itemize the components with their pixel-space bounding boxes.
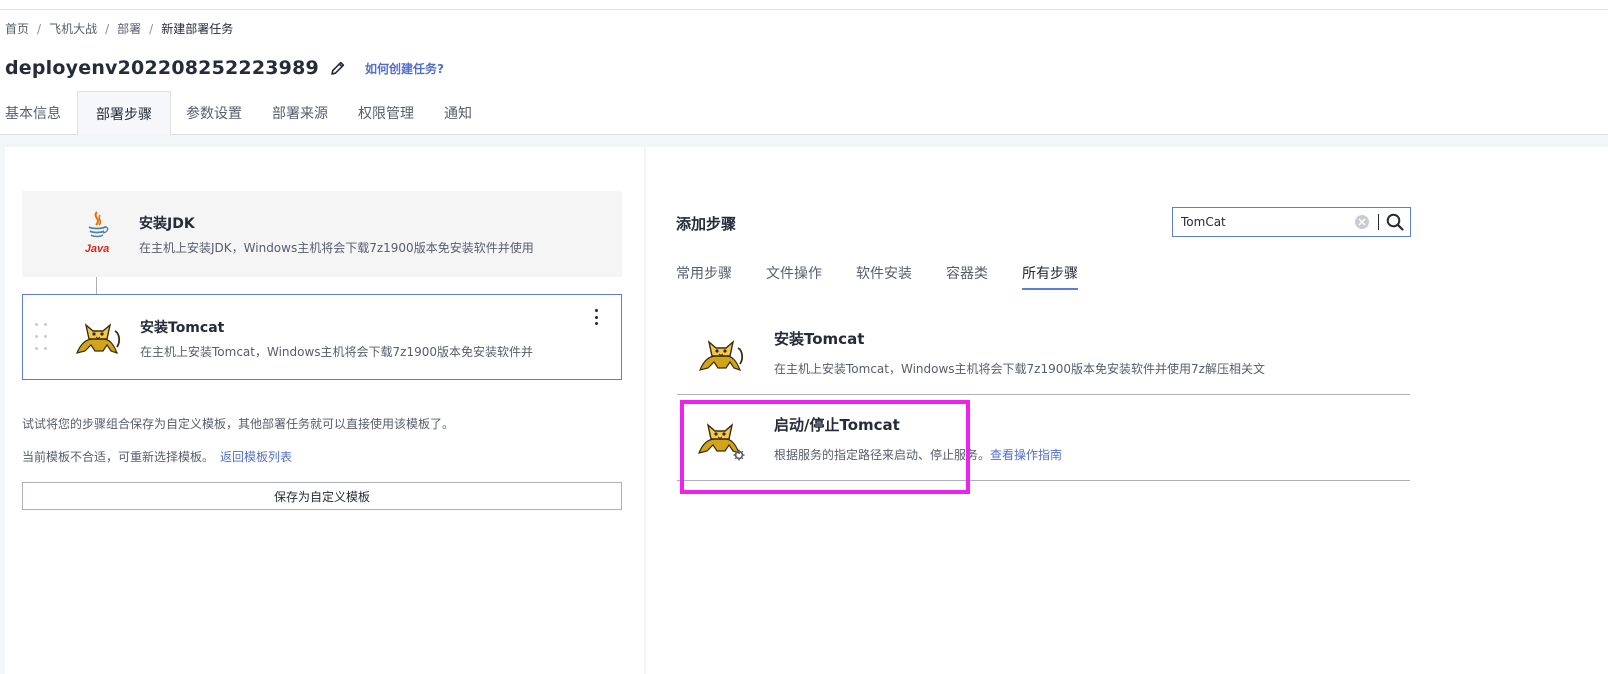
help-link[interactable]: 如何创建任务? — [365, 60, 444, 77]
tab-label: 参数设置 — [186, 105, 242, 122]
breadcrumb-home[interactable]: 首页 — [5, 20, 29, 37]
add-step-title: 添加步骤 — [676, 215, 737, 233]
result-title: 安装Tomcat — [774, 330, 865, 348]
result-description-text: 根据服务的指定路径来启动、停止服务。 — [774, 448, 991, 462]
tab-label: 通知 — [444, 105, 472, 122]
step-description: 在主机上安装JDK，Windows主机将会下载7z1900版本免安装软件并使用 — [139, 241, 534, 255]
step-card-install-jdk[interactable]: Java 安装JDK 在主机上安装JDK，Windows主机将会下载7z1900… — [22, 191, 622, 277]
breadcrumb-project[interactable]: 飞机大战 — [49, 20, 97, 37]
breadcrumb: 首页 / 飞机大战 / 部署 / 新建部署任务 — [5, 20, 233, 37]
step-category-tabs: 常用步骤 文件操作 软件安装 容器类 所有步骤 — [676, 263, 1112, 290]
tab-deploy-steps[interactable]: 部署步骤 — [77, 91, 171, 135]
tab-label: 基本信息 — [5, 105, 61, 122]
tab-label: 部署步骤 — [96, 106, 152, 123]
tab-parameters[interactable]: 参数设置 — [171, 91, 257, 134]
step-title: 安装JDK — [139, 216, 195, 232]
step-card-install-tomcat[interactable]: 安装Tomcat 在主机上安装Tomcat，Windows主机将会下载7z190… — [22, 294, 622, 380]
breadcrumb-current: 新建部署任务 — [161, 22, 234, 36]
result-description: 根据服务的指定路径来启动、停止服务。查看操作指南 — [774, 446, 1062, 463]
tab-notifications[interactable]: 通知 — [429, 91, 487, 134]
tomcat-icon — [695, 331, 747, 377]
search-icon[interactable] — [1385, 212, 1405, 232]
step-title: 安装Tomcat — [140, 320, 225, 336]
step-search-box — [1172, 207, 1411, 237]
top-divider — [0, 9, 1608, 10]
category-tab-software-install[interactable]: 软件安装 — [856, 263, 912, 289]
template-hint: 试试将您的步骤组合保存为自定义模板，其他部署任务就可以直接使用该模板了。 — [22, 417, 455, 431]
category-tab-file-ops[interactable]: 文件操作 — [766, 263, 822, 289]
step-description: 在主机上安装Tomcat，Windows主机将会下载7z1900版本免安装软件并 — [140, 345, 534, 359]
template-hint-text: 当前模板不合适，可重新选择模板。 — [22, 450, 215, 464]
tab-label: 权限管理 — [358, 105, 414, 122]
search-divider — [1378, 214, 1379, 230]
save-custom-template-button[interactable]: 保存为自定义模板 — [22, 482, 622, 510]
category-tab-common[interactable]: 常用步骤 — [676, 263, 732, 289]
step-result-install-tomcat[interactable]: 安装Tomcat 在主机上安装Tomcat，Windows主机将会下载7z190… — [677, 309, 1410, 395]
step-result-start-stop-tomcat[interactable]: 启动/停止Tomcat 根据服务的指定路径来启动、停止服务。查看操作指南 — [677, 395, 1410, 481]
tomcat-icon — [73, 313, 123, 361]
breadcrumb-separator: / — [37, 21, 42, 36]
more-options-icon[interactable] — [591, 307, 601, 327]
title-row: deployenv202208252223989 如何创建任务? — [5, 55, 444, 81]
drag-handle-icon[interactable] — [35, 323, 49, 353]
clear-icon[interactable] — [1355, 215, 1369, 229]
step-search-input[interactable] — [1181, 209, 1349, 235]
java-icon: Java — [72, 209, 122, 257]
breadcrumb-deploy[interactable]: 部署 — [117, 20, 141, 37]
back-to-template-list-link[interactable]: 返回模板列表 — [220, 450, 292, 464]
tab-label: 部署来源 — [272, 105, 328, 122]
page-title: deployenv202208252223989 — [5, 57, 319, 79]
tab-permissions[interactable]: 权限管理 — [343, 91, 429, 134]
pencil-icon[interactable] — [329, 59, 347, 77]
template-hint-reselect: 当前模板不合适，可重新选择模板。 返回模板列表 — [22, 448, 292, 465]
add-step-panel: 添加步骤 常用步骤 文件操作 软件安装 容器类 所有步骤 — [646, 147, 1608, 674]
result-title: 启动/停止Tomcat — [774, 416, 900, 434]
category-tab-all[interactable]: 所有步骤 — [1022, 263, 1078, 290]
tomcat-gear-icon — [695, 417, 747, 463]
tab-deploy-source[interactable]: 部署来源 — [257, 91, 343, 134]
main-tabs: 基本信息 部署步骤 参数设置 部署来源 权限管理 通知 — [0, 91, 1608, 135]
breadcrumb-separator: / — [149, 21, 154, 36]
category-tab-container[interactable]: 容器类 — [946, 263, 988, 289]
result-description: 在主机上安装Tomcat，Windows主机将会下载7z1900版本免安装软件并… — [774, 362, 1265, 376]
step-list-panel: Java 安装JDK 在主机上安装JDK，Windows主机将会下载7z1900… — [5, 147, 644, 674]
operation-guide-link[interactable]: 查看操作指南 — [990, 448, 1062, 462]
svg-text:Java: Java — [85, 243, 109, 255]
breadcrumb-separator: / — [105, 21, 110, 36]
step-connector — [96, 277, 97, 294]
tab-basic-info[interactable]: 基本信息 — [0, 91, 77, 134]
